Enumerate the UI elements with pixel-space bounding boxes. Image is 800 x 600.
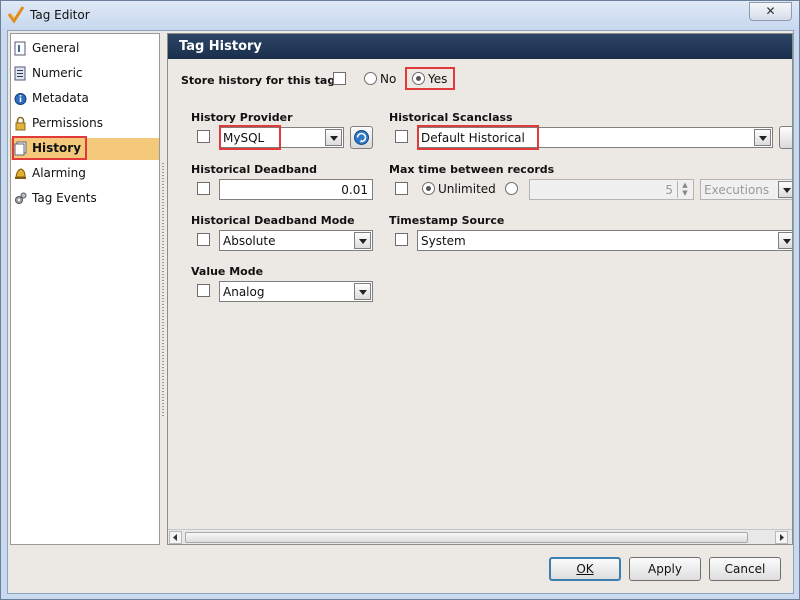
nav-item-general[interactable]: General (11, 38, 159, 60)
timestamp-source-select[interactable]: System (417, 230, 792, 251)
chevron-down-icon[interactable] (354, 232, 371, 249)
chevron-down-icon[interactable] (325, 129, 342, 146)
nav-item-tag-events[interactable]: Tag Events (11, 188, 159, 210)
timestamp-source-value: System (421, 234, 466, 248)
apply-button[interactable]: Apply (629, 557, 701, 581)
ok-button[interactable]: OK (549, 557, 621, 581)
historical-deadband-input[interactable]: 0.01 (219, 179, 373, 200)
scroll-thumb[interactable] (185, 532, 748, 543)
max-time-value: 5 (665, 183, 673, 197)
nav-label: Alarming (32, 166, 86, 180)
nav-label: General (32, 41, 80, 55)
scroll-left-button[interactable] (169, 531, 182, 544)
dialog-client: General Numeric Metadata Permissions His… (7, 30, 794, 594)
nav-label: Tag Events (32, 191, 97, 205)
historical-deadband-override-checkbox[interactable] (197, 182, 210, 195)
history-highlight (12, 136, 87, 160)
timestamp-source-override-checkbox[interactable] (395, 233, 408, 246)
chevron-left-icon (173, 534, 177, 541)
store-history-no-label: No (380, 72, 397, 86)
tag-editor-window: Tag Editor ✕ General Numeric Metadata Pe… (0, 0, 800, 600)
history-provider-label: History Provider (191, 111, 293, 124)
chevron-down-icon[interactable] (754, 129, 771, 146)
ok-label: OK (576, 562, 594, 576)
cancel-label: Cancel (724, 562, 766, 576)
chevron-down-icon[interactable] (354, 283, 371, 300)
chevron-down-icon[interactable] (778, 181, 792, 198)
lock-icon (15, 116, 26, 131)
value-mode-select[interactable]: Analog (219, 281, 373, 302)
deadband-mode-select[interactable]: Absolute (219, 230, 373, 251)
nav-item-metadata[interactable]: Metadata (11, 88, 159, 110)
window-title: Tag Editor (30, 8, 90, 22)
max-time-override-checkbox[interactable] (395, 182, 408, 195)
panel-header: Tag History (168, 34, 792, 59)
yes-highlight (405, 67, 455, 90)
nav-label: Permissions (32, 116, 103, 130)
historical-scanclass-label: Historical Scanclass (389, 111, 513, 124)
gears-icon (15, 192, 27, 204)
deadband-mode-override-checkbox[interactable] (197, 233, 210, 246)
close-icon: ✕ (765, 4, 776, 18)
nav-item-permissions[interactable]: Permissions (11, 113, 159, 135)
store-history-label: Store history for this tag: (181, 74, 340, 87)
deadband-mode-label: Historical Deadband Mode (191, 214, 355, 227)
cancel-button[interactable]: Cancel (709, 557, 781, 581)
scanclass-edit-button[interactable] (779, 126, 792, 149)
check-logo-icon (7, 6, 25, 24)
historical-deadband-value: 0.01 (341, 183, 368, 197)
max-time-value-spinner[interactable]: 5 ▲ ▼ (529, 179, 694, 200)
historical-deadband-label: Historical Deadband (191, 163, 317, 176)
page-info-icon (14, 41, 26, 56)
nav-label: Numeric (32, 66, 83, 80)
category-nav: General Numeric Metadata Permissions His… (10, 33, 160, 545)
horizontal-scrollbar[interactable] (168, 529, 792, 544)
provider-refresh-button[interactable] (350, 126, 373, 149)
nav-item-numeric[interactable]: Numeric (11, 63, 159, 85)
unlimited-label: Unlimited (438, 182, 496, 196)
max-time-label: Max time between records (389, 163, 555, 176)
historical-scanclass-override-checkbox[interactable] (395, 130, 408, 143)
apply-label: Apply (648, 562, 682, 576)
title-bar[interactable]: Tag Editor ✕ (1, 1, 799, 31)
history-provider-override-checkbox[interactable] (197, 130, 210, 143)
value-mode-value: Analog (223, 285, 265, 299)
deadband-mode-value: Absolute (223, 234, 276, 248)
value-mode-label: Value Mode (191, 265, 264, 278)
unlimited-radio[interactable] (422, 182, 435, 195)
chevron-down-icon[interactable] (778, 232, 792, 249)
history-panel: Tag History Store history for this tag: … (167, 33, 793, 545)
bell-icon (15, 168, 26, 179)
info-icon (14, 93, 27, 105)
nav-item-alarming[interactable]: Alarming (11, 163, 159, 185)
numeric-icon (14, 66, 26, 81)
store-history-checkbox[interactable] (333, 72, 346, 85)
limited-radio[interactable] (505, 182, 518, 195)
max-time-unit-value: Executions (704, 183, 770, 197)
close-button[interactable]: ✕ (749, 2, 792, 21)
nav-label: Metadata (32, 91, 89, 105)
mysql-highlight (219, 125, 281, 150)
max-time-unit-select[interactable]: Executions (700, 179, 792, 200)
scroll-right-button[interactable] (775, 531, 788, 544)
refresh-icon (354, 130, 369, 145)
scanclass-highlight (417, 125, 539, 150)
timestamp-source-label: Timestamp Source (389, 214, 505, 227)
chevron-right-icon (780, 534, 784, 541)
spinner-arrows-icon[interactable]: ▲ ▼ (677, 181, 692, 198)
panel-splitter[interactable] (161, 33, 165, 545)
value-mode-override-checkbox[interactable] (197, 284, 210, 297)
store-history-no-radio[interactable] (364, 72, 377, 85)
